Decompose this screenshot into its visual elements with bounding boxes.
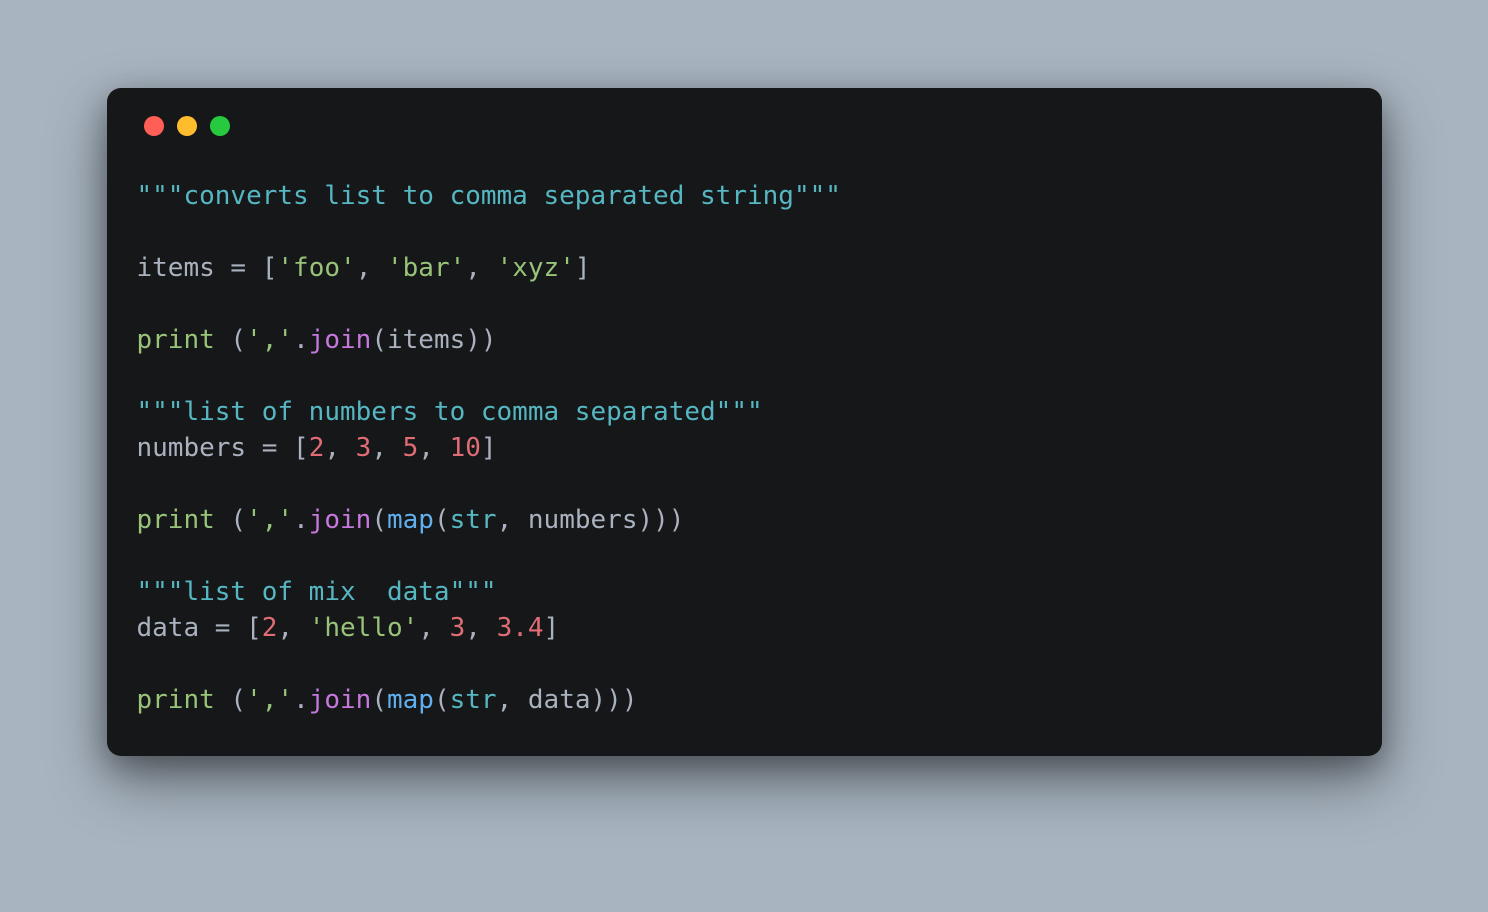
- code-window: """converts list to comma separated stri…: [107, 88, 1382, 756]
- method-join: join: [309, 685, 372, 715]
- builtin-map: map: [387, 505, 434, 535]
- equals-operator: =: [246, 433, 293, 463]
- identifier-items: items: [137, 253, 215, 283]
- builtin-map: map: [387, 685, 434, 715]
- bracket-close: ]: [575, 253, 591, 283]
- string-literal: ',': [246, 325, 293, 355]
- string-literal: 'xyz': [497, 253, 575, 283]
- identifier-numbers: numbers: [137, 433, 247, 463]
- traffic-lights: [137, 116, 1352, 136]
- equals-operator: =: [199, 613, 246, 643]
- number-literal: 2: [262, 613, 278, 643]
- paren-open: (: [371, 505, 387, 535]
- docstring: """converts list to comma separated stri…: [137, 181, 841, 211]
- separator: ,: [277, 613, 308, 643]
- close-icon[interactable]: [144, 116, 164, 136]
- paren-open: (: [371, 685, 387, 715]
- number-literal: 3.4: [497, 613, 544, 643]
- string-literal: 'bar': [387, 253, 465, 283]
- number-literal: 3: [356, 433, 372, 463]
- identifier-data: data: [137, 613, 200, 643]
- bracket-open: [: [262, 253, 278, 283]
- string-literal: ',': [246, 685, 293, 715]
- separator: ,: [465, 253, 496, 283]
- equals-operator: =: [215, 253, 262, 283]
- separator: ,: [371, 433, 402, 463]
- paren-open: (: [434, 685, 450, 715]
- string-literal: ',': [246, 505, 293, 535]
- print-keyword: print: [137, 325, 215, 355]
- paren-open: (: [434, 505, 450, 535]
- separator: ,: [497, 505, 528, 535]
- bracket-close: ]: [544, 613, 560, 643]
- dot-operator: .: [293, 685, 309, 715]
- paren-open: (: [215, 505, 246, 535]
- docstring: """list of mix data""": [137, 577, 497, 607]
- method-join: join: [309, 325, 372, 355]
- dot-operator: .: [293, 325, 309, 355]
- bracket-close: ]: [481, 433, 497, 463]
- paren-open: (: [371, 325, 387, 355]
- separator: ,: [465, 613, 496, 643]
- paren-open: (: [215, 325, 246, 355]
- minimize-icon[interactable]: [177, 116, 197, 136]
- number-literal: 2: [309, 433, 325, 463]
- bracket-open: [: [293, 433, 309, 463]
- separator: ,: [497, 685, 528, 715]
- paren-open: (: [215, 685, 246, 715]
- number-literal: 5: [403, 433, 419, 463]
- code-content: """converts list to comma separated stri…: [137, 178, 1352, 718]
- paren-close: ))): [591, 685, 638, 715]
- builtin-str: str: [450, 685, 497, 715]
- identifier-data: data: [528, 685, 591, 715]
- dot-operator: .: [293, 505, 309, 535]
- print-keyword: print: [137, 505, 215, 535]
- string-literal: 'foo': [277, 253, 355, 283]
- separator: ,: [418, 433, 449, 463]
- method-join: join: [309, 505, 372, 535]
- separator: ,: [418, 613, 449, 643]
- maximize-icon[interactable]: [210, 116, 230, 136]
- docstring: """list of numbers to comma separated""": [137, 397, 763, 427]
- paren-close: ))): [637, 505, 684, 535]
- identifier-numbers: numbers: [528, 505, 638, 535]
- bracket-open: [: [246, 613, 262, 643]
- number-literal: 10: [450, 433, 481, 463]
- string-literal: 'hello': [309, 613, 419, 643]
- separator: ,: [324, 433, 355, 463]
- separator: ,: [356, 253, 387, 283]
- builtin-str: str: [450, 505, 497, 535]
- paren-close: )): [465, 325, 496, 355]
- print-keyword: print: [137, 685, 215, 715]
- number-literal: 3: [450, 613, 466, 643]
- identifier-items: items: [387, 325, 465, 355]
